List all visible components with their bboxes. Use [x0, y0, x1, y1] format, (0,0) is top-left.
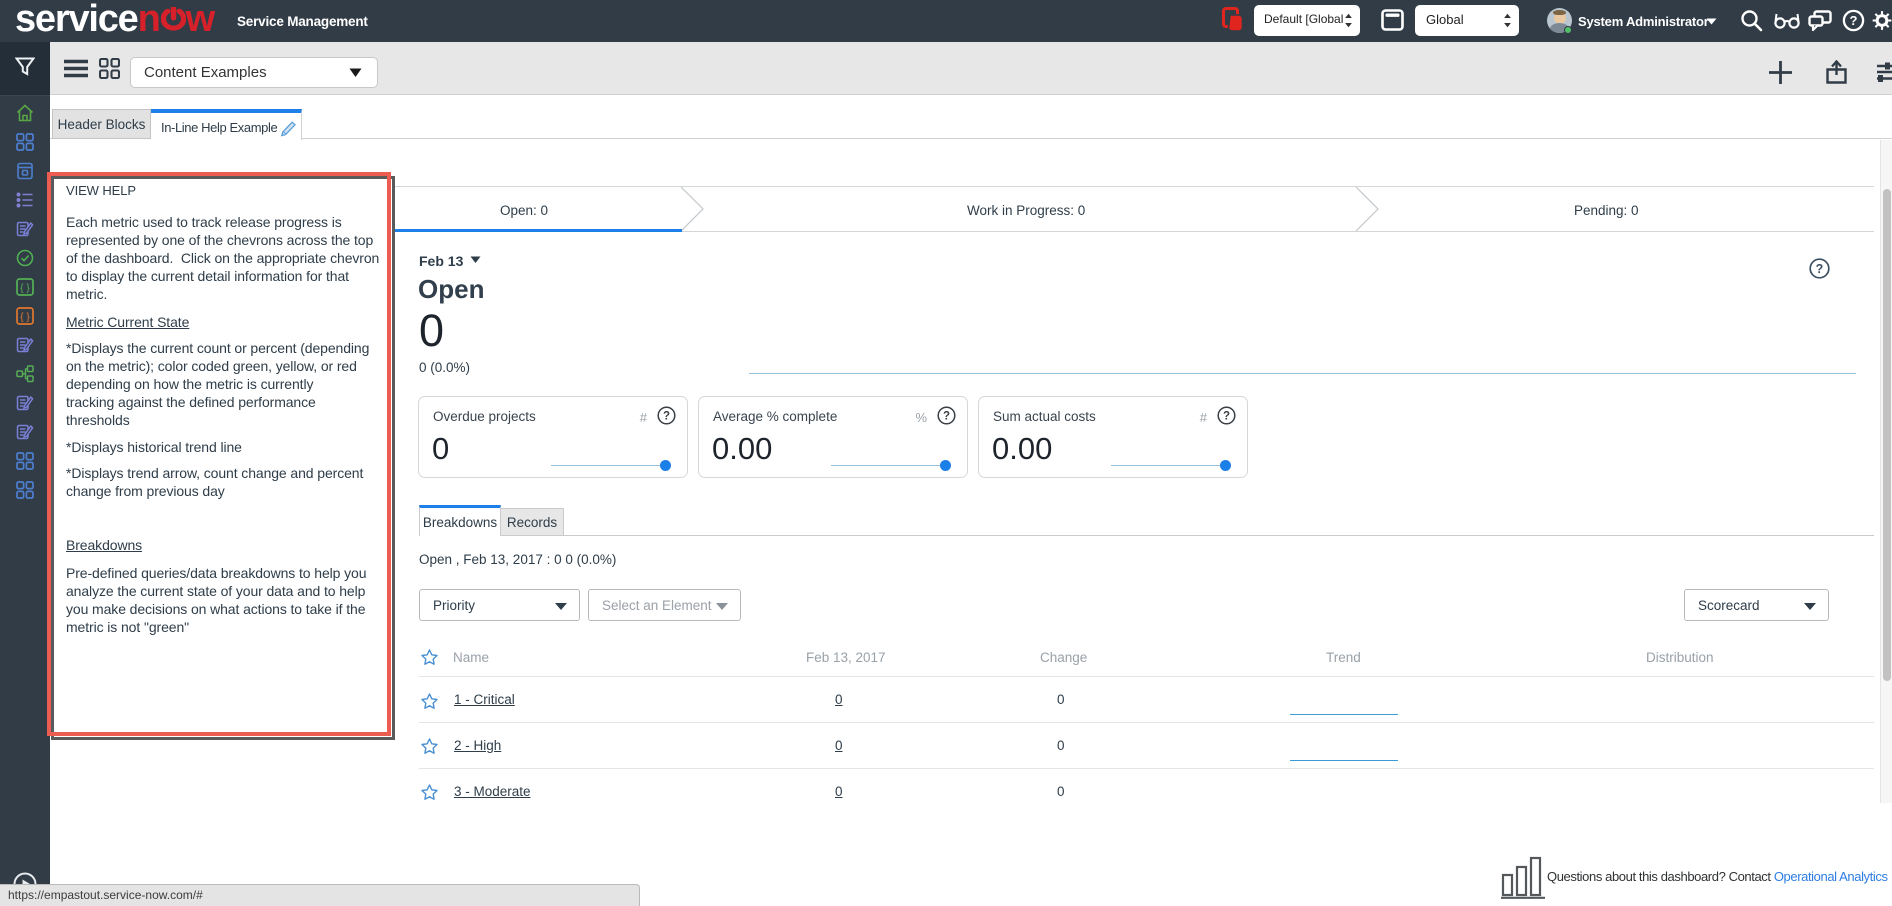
svg-text:{ }: { }	[20, 312, 30, 323]
svg-text:?: ?	[943, 411, 950, 423]
svg-text:?: ?	[1816, 262, 1824, 276]
svg-text:?: ?	[1850, 13, 1858, 28]
svg-text:?: ?	[1223, 411, 1230, 423]
svg-text:{ }: { }	[20, 283, 30, 294]
svg-text:?: ?	[663, 411, 670, 423]
